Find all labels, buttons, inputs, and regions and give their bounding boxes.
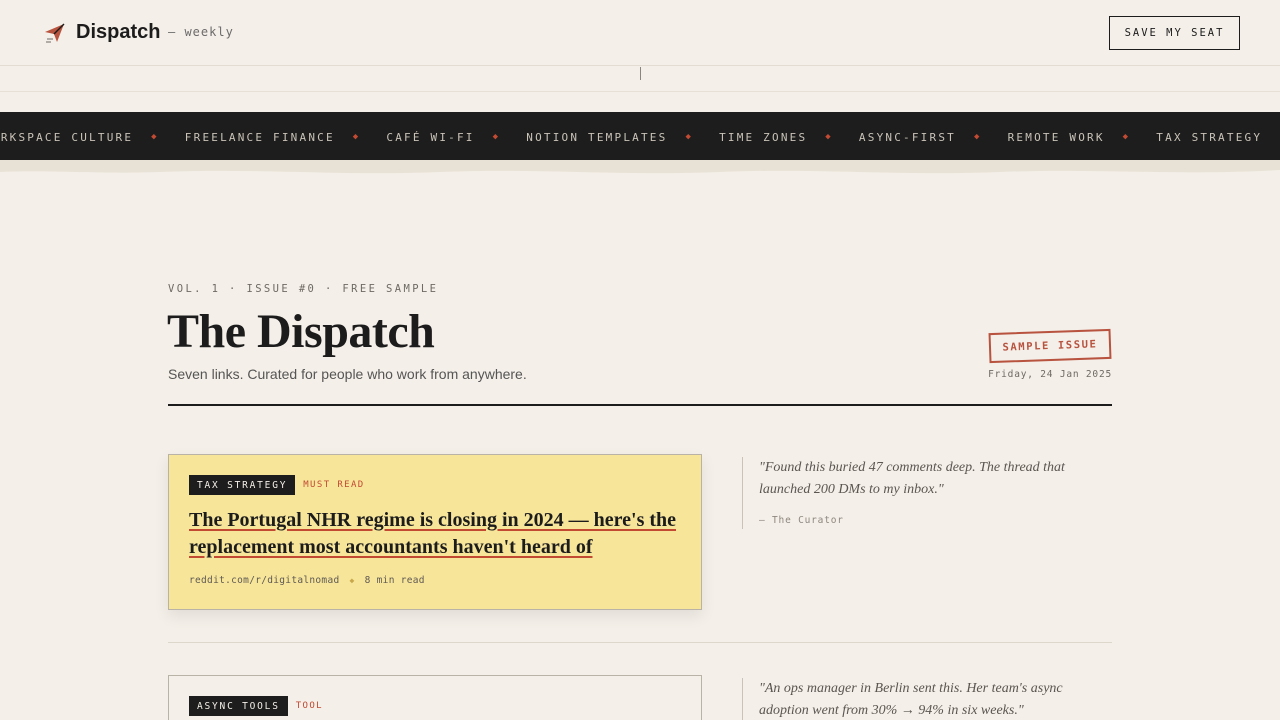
ticker-item-label: TAX STRATEGY [1156, 130, 1263, 144]
ticker-separator: ◆ [352, 132, 361, 142]
ticker-separator: ◆ [151, 132, 159, 142]
ticker-item[interactable]: REMOTE WORK ◆ [1008, 131, 1157, 144]
brand-name[interactable]: Dispatch [76, 21, 160, 44]
article-tags: TAX STRATEGY MUST READ [189, 475, 365, 495]
ticker-separator: ◆ [1122, 132, 1131, 142]
article-tags: ASYNC TOOLS TOOL [189, 696, 323, 716]
curator-quote: "Found this buried 47 comments deep. The… [759, 460, 1065, 497]
ticker-item[interactable]: ORKSPACE CULTURE ◆ [0, 131, 185, 144]
ticker-item[interactable]: NOTION TEMPLATES ◆ [526, 131, 719, 144]
issue-date: Friday, 24 Jan 2025 [988, 369, 1112, 380]
curator-attribution: — The Curator [759, 515, 844, 526]
article-title: The Portugal NHR regime is closing in 20… [189, 507, 689, 561]
ticker-item[interactable]: TAX STRATEGY [1156, 131, 1262, 144]
ticker-separator: ◆ [973, 132, 982, 142]
article-card[interactable]: ASYNC TOOLS TOOL [168, 675, 702, 720]
header-divider [0, 91, 1280, 92]
article-title-link[interactable]: The Portugal NHR regime is closing in 20… [189, 509, 676, 558]
sample-issue-stamp: SAMPLE ISSUE [988, 328, 1112, 364]
brand-tagline: — weekly [168, 25, 234, 39]
curator-note: "Found this buried 47 comments deep. The… [742, 457, 1082, 529]
ticker-item-label: TIME ZONES [719, 130, 808, 144]
meta-separator: ◆ [349, 576, 355, 585]
ticker-item[interactable]: ASYNC-FIRST ◆ [859, 131, 1008, 144]
masthead-rule [168, 404, 1112, 406]
ticker-separator: ◆ [685, 132, 694, 142]
page-subtitle: Seven links. Curated for people who work… [168, 366, 527, 382]
article-divider [168, 642, 1112, 643]
article-meta: reddit.com/r/digitalnomad ◆ 8 min read [189, 575, 425, 586]
ticker-item-label: NOTION TEMPLATES [526, 130, 668, 144]
ticker-wave-divider [0, 160, 1280, 174]
scroll-indicator [640, 67, 641, 80]
tool-flag: TOOL [295, 701, 323, 711]
paper-plane-icon[interactable] [44, 22, 66, 44]
ticker-item[interactable]: TIME ZONES ◆ [719, 131, 859, 144]
curator-quote: "An ops manager in Berlin sent this. Her… [759, 681, 1063, 718]
page-title: The Dispatch [167, 305, 435, 358]
ticker-separator: ◆ [825, 132, 833, 142]
curator-note: "An ops manager in Berlin sent this. Her… [742, 678, 1082, 720]
category-tag[interactable]: ASYNC TOOLS [189, 696, 288, 716]
ticker-item-label: ORKSPACE CULTURE [0, 130, 134, 144]
ticker-item[interactable]: FREELANCE FINANCE ◆ [185, 131, 387, 144]
must-read-flag: MUST READ [303, 480, 365, 490]
ticker-item-label: REMOTE WORK [1007, 130, 1105, 144]
ticker-track: ORKSPACE CULTURE ◆ FREELANCE FINANCE ◆ CAFÉ … [0, 112, 1262, 162]
ticker-item-label: CAFÉ WI-FI [386, 130, 475, 144]
article-source[interactable]: reddit.com/r/digitalnomad [189, 575, 340, 586]
ticker-separator: ◆ [492, 132, 501, 142]
article-card[interactable]: TAX STRATEGY MUST READ The Portugal NHR … [168, 454, 702, 610]
issue-meta: VOL. 1 · ISSUE #0 · FREE SAMPLE [168, 283, 439, 295]
site-header: Dispatch — weekly SAVE MY SEAT [0, 0, 1280, 66]
ticker-item-label: FREELANCE FINANCE [184, 130, 335, 144]
topic-ticker: ORKSPACE CULTURE ◆ FREELANCE FINANCE ◆ CAFÉ … [0, 112, 1280, 162]
read-time: 8 min read [364, 575, 425, 586]
ticker-item-label: ASYNC-FIRST [858, 130, 956, 144]
save-my-seat-button[interactable]: SAVE MY SEAT [1109, 16, 1240, 50]
category-tag[interactable]: TAX STRATEGY [189, 475, 296, 495]
ticker-item[interactable]: CAFÉ WI-FI ◆ [386, 131, 526, 144]
